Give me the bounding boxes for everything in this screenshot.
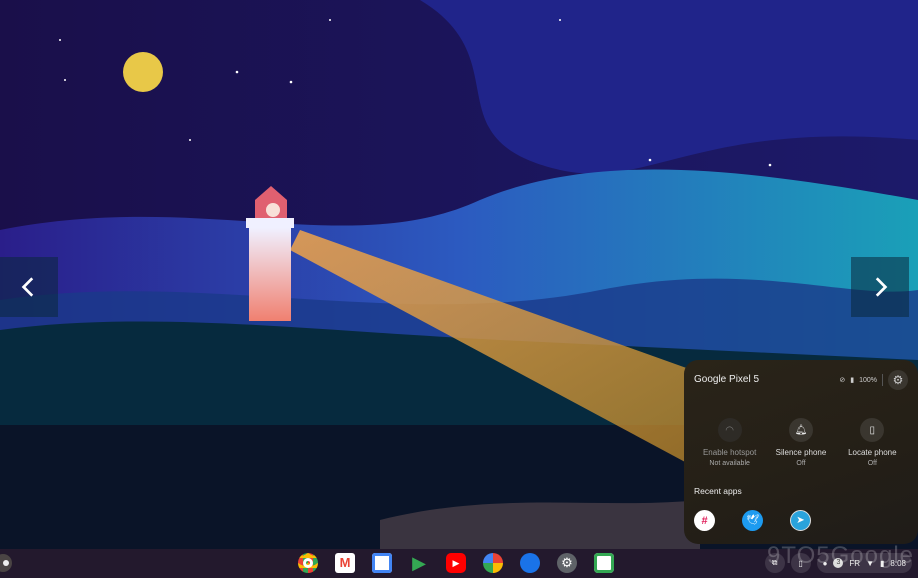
photos-app[interactable] — [483, 553, 503, 573]
telegram-icon: ➤ — [796, 515, 805, 526]
watermark: 9TO5Google — [767, 542, 914, 569]
settings-app[interactable]: ⚙ — [557, 553, 577, 573]
launcher-button[interactable] — [0, 554, 12, 572]
enable-hotspot-button[interactable]: ◠ Enable hotspot Not available — [695, 418, 765, 467]
battery-icon: ▮ — [850, 377, 855, 384]
phone-name: Google Pixel 5 — [694, 374, 760, 385]
messages-app[interactable] — [520, 553, 540, 573]
slack-icon: # — [701, 514, 708, 527]
bell-icon: 🔔︎ — [794, 424, 808, 436]
slides-app[interactable] — [594, 553, 614, 573]
chevron-left-icon — [21, 277, 34, 297]
previous-wallpaper-button[interactable] — [0, 257, 58, 317]
next-wallpaper-button[interactable] — [851, 257, 909, 317]
phone-settings-button[interactable]: ⚙ — [888, 370, 908, 390]
chrome-app[interactable] — [298, 553, 318, 573]
chevron-right-icon — [875, 277, 888, 297]
silence-phone-button[interactable]: 🔔︎ Silence phone Off — [766, 418, 836, 467]
calendar-app[interactable] — [372, 553, 392, 573]
recent-apps-label: Recent apps — [694, 486, 742, 496]
recent-app-twitter[interactable]: 🕊︎ — [742, 510, 763, 531]
gmail-app[interactable]: M — [335, 553, 355, 573]
locate-phone-button[interactable]: ▯ Locate phone Off — [837, 418, 907, 467]
battery-level: 100% — [859, 376, 877, 384]
no-sim-icon: ⊘ — [839, 377, 846, 384]
hotspot-icon: ◠ — [725, 424, 735, 436]
phone-status: ⊘ ▮ 100% ⚙ — [839, 370, 908, 390]
youtube-app[interactable]: ▶ — [446, 553, 466, 573]
gear-icon: ⚙ — [892, 373, 904, 387]
recent-app-telegram[interactable]: ➤ — [790, 510, 811, 531]
recent-app-slack[interactable]: # — [694, 510, 715, 531]
phone-hub-panel: Google Pixel 5 ⊘ ▮ 100% ⚙ ◠ Enable hotspo… — [684, 360, 918, 544]
launcher-icon — [3, 560, 9, 566]
locate-phone-icon: ▯ — [869, 424, 876, 436]
play-store-app[interactable]: ▶ — [409, 553, 429, 573]
twitter-icon: 🕊︎ — [746, 515, 759, 526]
